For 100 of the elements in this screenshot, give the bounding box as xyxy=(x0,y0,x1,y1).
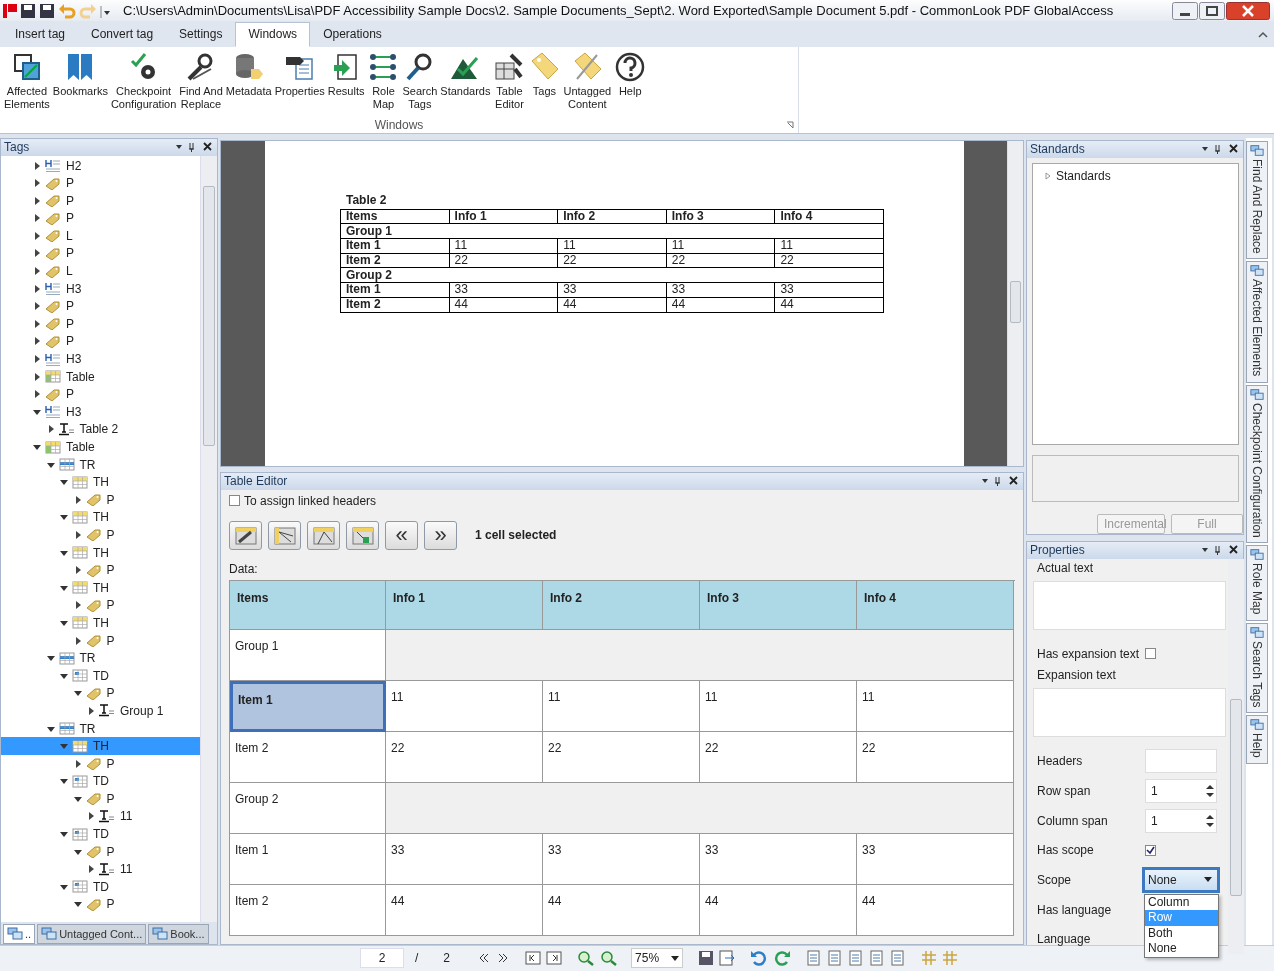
side-tab[interactable]: Role Map xyxy=(1246,545,1268,621)
spinner-arrows-icon[interactable] xyxy=(1206,782,1214,799)
zoom-dropdown[interactable]: 75% xyxy=(631,948,684,969)
tree-item[interactable]: H3 xyxy=(1,279,200,298)
panel-tab[interactable]: Untagged Cont... xyxy=(37,923,147,944)
side-tab[interactable]: Find And Replace xyxy=(1246,140,1268,260)
ribbon-button[interactable]: Properties xyxy=(273,50,326,117)
tree-item[interactable]: TR xyxy=(1,455,200,474)
tree-item[interactable]: P xyxy=(1,174,200,192)
dropdown[interactable]: None xyxy=(1142,867,1220,893)
tree-item[interactable]: TH xyxy=(1,473,200,491)
tree-item[interactable]: Table 2 xyxy=(1,420,200,439)
tree-item[interactable]: P xyxy=(1,491,200,509)
tree-item[interactable]: TD xyxy=(1,772,200,791)
ribbon-button[interactable]: Find And Replace xyxy=(178,50,224,117)
ribbon-button[interactable]: Untagged Content xyxy=(562,50,613,117)
toolbar-button[interactable] xyxy=(229,520,262,550)
tree-item[interactable]: 11 xyxy=(1,807,200,826)
tree-item[interactable]: H2 xyxy=(1,156,200,175)
ribbon-tab[interactable]: Insert tag xyxy=(2,21,79,47)
expander-icon[interactable] xyxy=(33,443,41,451)
table-cell[interactable]: 33 xyxy=(700,833,857,885)
tree-item[interactable]: L xyxy=(1,227,200,245)
ribbon-button[interactable]: Search Tags xyxy=(401,50,439,117)
spinner-field[interactable]: 1 xyxy=(1145,808,1217,833)
table-cell[interactable]: 22 xyxy=(857,731,1014,783)
dropdown-option[interactable]: None xyxy=(1145,941,1218,957)
tree-item[interactable]: TD xyxy=(1,666,200,685)
tree-item[interactable]: P xyxy=(1,297,200,316)
tree-item[interactable]: TD xyxy=(1,878,200,896)
table-cell[interactable]: 44 xyxy=(700,884,857,936)
tree-item[interactable]: TH xyxy=(1,508,200,527)
ribbon-button[interactable]: Results xyxy=(326,50,366,117)
ribbon-tab[interactable]: Windows xyxy=(235,21,311,47)
tree-item[interactable]: Table xyxy=(1,367,200,386)
ribbon-button[interactable]: Metadata xyxy=(224,50,273,117)
page-field[interactable]: 2 xyxy=(360,948,404,969)
tree-item[interactable]: H3 xyxy=(1,350,200,368)
table-cell[interactable]: 44 xyxy=(543,884,700,936)
ribbon-button[interactable]: Affected Elements xyxy=(3,50,51,117)
tree-item[interactable]: P xyxy=(1,561,200,579)
tree-item[interactable]: P xyxy=(1,754,200,773)
table-cell[interactable]: 11 xyxy=(386,680,543,732)
tree-item[interactable]: H3 xyxy=(1,403,200,421)
table-cell[interactable]: 11 xyxy=(543,680,700,732)
table-cell[interactable]: 33 xyxy=(857,833,1014,885)
save-icon[interactable] xyxy=(698,950,715,967)
ribbon-tab[interactable]: Operations xyxy=(310,21,395,47)
scrollbar[interactable] xyxy=(1228,558,1244,955)
dropdown-option[interactable]: Column xyxy=(1145,895,1218,911)
tree-item[interactable]: P xyxy=(1,526,200,544)
ribbon-button[interactable]: Role Map xyxy=(366,50,401,117)
save-icon[interactable] xyxy=(39,2,55,19)
table-cell[interactable]: Item 2 xyxy=(230,884,386,936)
table-cell[interactable]: 22 xyxy=(386,731,543,783)
checkbox[interactable] xyxy=(1145,844,1156,856)
side-tab[interactable]: Search Tags xyxy=(1246,622,1268,714)
ribbon-button[interactable]: Table Editor xyxy=(492,50,527,117)
last-page-icon[interactable] xyxy=(546,951,563,966)
ribbon-button[interactable]: Checkpoint Configuration xyxy=(109,50,178,117)
tree-item[interactable]: P xyxy=(1,244,200,263)
table-cell[interactable]: 33 xyxy=(543,833,700,885)
table-cell[interactable]: 11 xyxy=(700,680,857,732)
tree-item[interactable]: P xyxy=(1,332,200,351)
panel-controls-icon[interactable] xyxy=(1200,545,1240,556)
tree-item[interactable]: P xyxy=(1,790,200,808)
tree-item[interactable]: Table xyxy=(1,438,200,456)
tree-item[interactable]: P xyxy=(1,895,200,914)
tree-item[interactable]: P xyxy=(1,385,200,403)
tree-item[interactable]: P xyxy=(1,631,200,650)
scrollbar[interactable] xyxy=(200,155,217,922)
input-field[interactable] xyxy=(1145,749,1217,774)
zoom-out-icon[interactable] xyxy=(600,950,619,967)
ribbon-button[interactable]: Help xyxy=(613,50,648,117)
side-tab[interactable]: Help xyxy=(1246,715,1268,764)
tree-item[interactable]: P xyxy=(1,684,200,703)
rotate-left-icon[interactable] xyxy=(750,949,769,968)
ribbon-button[interactable]: Standards xyxy=(439,50,492,117)
ribbon-tab[interactable]: Convert tag xyxy=(78,21,167,47)
table-cell[interactable]: 33 xyxy=(386,833,543,885)
nav-button[interactable]: » xyxy=(424,520,457,550)
tree-item[interactable]: 11 xyxy=(1,860,200,879)
export-icon[interactable] xyxy=(719,950,736,967)
table-cell[interactable]: 44 xyxy=(857,884,1014,936)
ribbon-button[interactable]: Bookmarks xyxy=(51,50,109,117)
nav-button[interactable]: « xyxy=(385,520,418,550)
dialog-launcher-icon[interactable] xyxy=(786,120,794,129)
zoom-in-icon[interactable] xyxy=(577,950,596,967)
table-cell[interactable]: 22 xyxy=(543,731,700,783)
tree-item[interactable]: TR xyxy=(1,719,200,738)
side-tab[interactable]: Affected Elements xyxy=(1246,261,1268,383)
panel-controls-icon[interactable] xyxy=(174,142,214,153)
tree-item[interactable]: L xyxy=(1,262,200,280)
save-icon[interactable] xyxy=(20,2,36,19)
tree-item[interactable]: TR xyxy=(1,649,200,667)
table-cell[interactable]: Item 1 xyxy=(230,680,386,732)
table-cell[interactable]: 44 xyxy=(386,884,543,936)
table-cell[interactable]: 22 xyxy=(700,731,857,783)
checkbox[interactable] xyxy=(229,495,240,507)
panel-tab[interactable]: .. xyxy=(3,923,36,944)
